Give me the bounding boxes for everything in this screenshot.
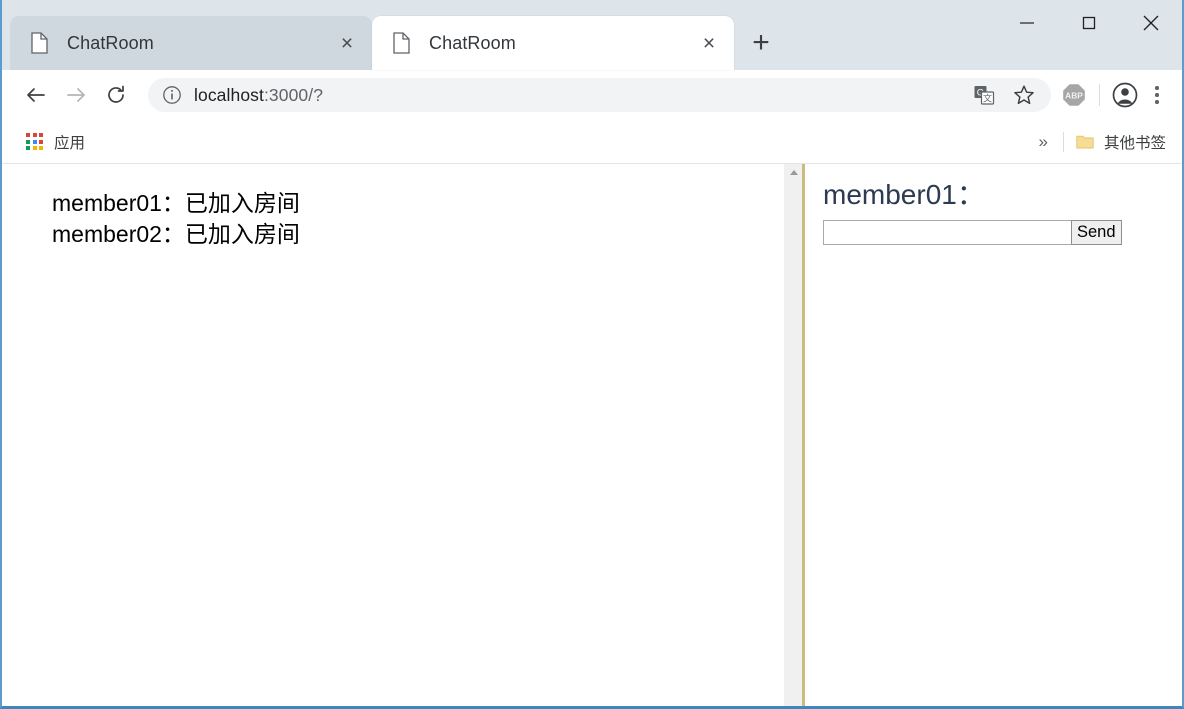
svg-text:文: 文 [983, 93, 992, 104]
message-input[interactable] [823, 220, 1071, 245]
omnibox-actions: G 文 [967, 78, 1043, 112]
send-button[interactable]: Send [1071, 220, 1122, 245]
account-avatar-icon [1112, 82, 1138, 108]
maximize-icon [1082, 16, 1096, 30]
scrollbar-up-arrow[interactable] [785, 164, 802, 181]
adblock-plus-button[interactable]: ABP [1057, 78, 1091, 112]
page-icon [31, 32, 48, 54]
room-title: member01： [823, 179, 985, 210]
tab-close-button[interactable]: × [332, 28, 362, 58]
bookmark-apps-label: 应用 [54, 134, 86, 152]
url-host: localhost [194, 84, 264, 105]
translate-button[interactable]: G 文 [967, 78, 1001, 112]
tab-title: ChatRoom [67, 32, 154, 53]
menu-dot [1155, 100, 1159, 104]
reload-button[interactable] [96, 75, 136, 115]
chat-message: member01：已加入房间 [52, 190, 300, 216]
tab-strip: ChatRoom × ChatRoom × + [2, 0, 1182, 70]
forward-button[interactable] [56, 75, 96, 115]
minimize-icon [1020, 22, 1034, 24]
reload-icon [108, 85, 124, 103]
tab-title: ChatRoom [429, 32, 516, 53]
folder-icon [1076, 135, 1094, 149]
new-tab-button[interactable]: + [738, 20, 784, 66]
toolbar-divider [1099, 84, 1100, 106]
bookmark-star-button[interactable] [1007, 78, 1041, 112]
url-path: :3000/? [263, 84, 324, 105]
url-text: localhost:3000/? [194, 85, 967, 106]
translate-icon: G 文 [974, 86, 995, 105]
menu-dot [1155, 93, 1159, 97]
compose-frame: member01： Send [805, 164, 1182, 706]
info-circle-icon[interactable] [162, 85, 182, 105]
page-viewport: member01：已加入房间 member02：已加入房间 member01： … [2, 164, 1182, 706]
close-icon [1143, 15, 1159, 31]
bookmark-other-bookmarks[interactable]: 其他书签 [1070, 128, 1172, 156]
chat-message: member02：已加入房间 [52, 221, 300, 247]
menu-dot [1155, 86, 1159, 90]
arrow-right-icon [67, 88, 85, 102]
browser-toolbar: localhost:3000/? G 文 ABP [2, 70, 1182, 120]
bookmark-other-label: 其他书签 [1103, 134, 1166, 152]
address-bar[interactable]: localhost:3000/? G 文 [148, 78, 1051, 112]
maximize-button[interactable] [1058, 0, 1120, 46]
abp-extension-icon: ABP [1063, 84, 1085, 106]
chat-log-frame: member01：已加入房间 member02：已加入房间 [2, 164, 802, 706]
bookmarks-overflow-button[interactable]: » [1030, 133, 1057, 150]
toolbar-right: ABP [1057, 76, 1172, 114]
window-controls [996, 0, 1182, 46]
tab-chatroom-2[interactable]: ChatRoom × [372, 16, 734, 70]
bookmark-apps[interactable]: 应用 [20, 128, 91, 156]
tab-chatroom-1[interactable]: ChatRoom × [10, 16, 372, 70]
chat-log-scrollbar[interactable] [784, 164, 802, 706]
star-icon [1014, 85, 1034, 105]
chat-message-list: member01：已加入房间 member02：已加入房间 [2, 164, 802, 250]
browser-menu-button[interactable] [1142, 76, 1172, 114]
back-button[interactable] [16, 75, 56, 115]
apps-grid-icon [26, 133, 43, 150]
tab-close-button[interactable]: × [694, 28, 724, 58]
browser-window: ChatRoom × ChatRoom × + localhost:3000/?… [0, 0, 1184, 709]
page-icon [393, 32, 410, 54]
minimize-button[interactable] [996, 0, 1058, 46]
compose-row: Send [823, 220, 1182, 245]
profile-button[interactable] [1108, 78, 1142, 112]
bookmarks-bar: 应用 » 其他书签 [2, 120, 1182, 164]
bookmarks-divider [1062, 131, 1064, 152]
arrow-left-icon [27, 88, 45, 102]
close-button[interactable] [1120, 0, 1182, 46]
abp-label: ABP [1065, 91, 1083, 101]
